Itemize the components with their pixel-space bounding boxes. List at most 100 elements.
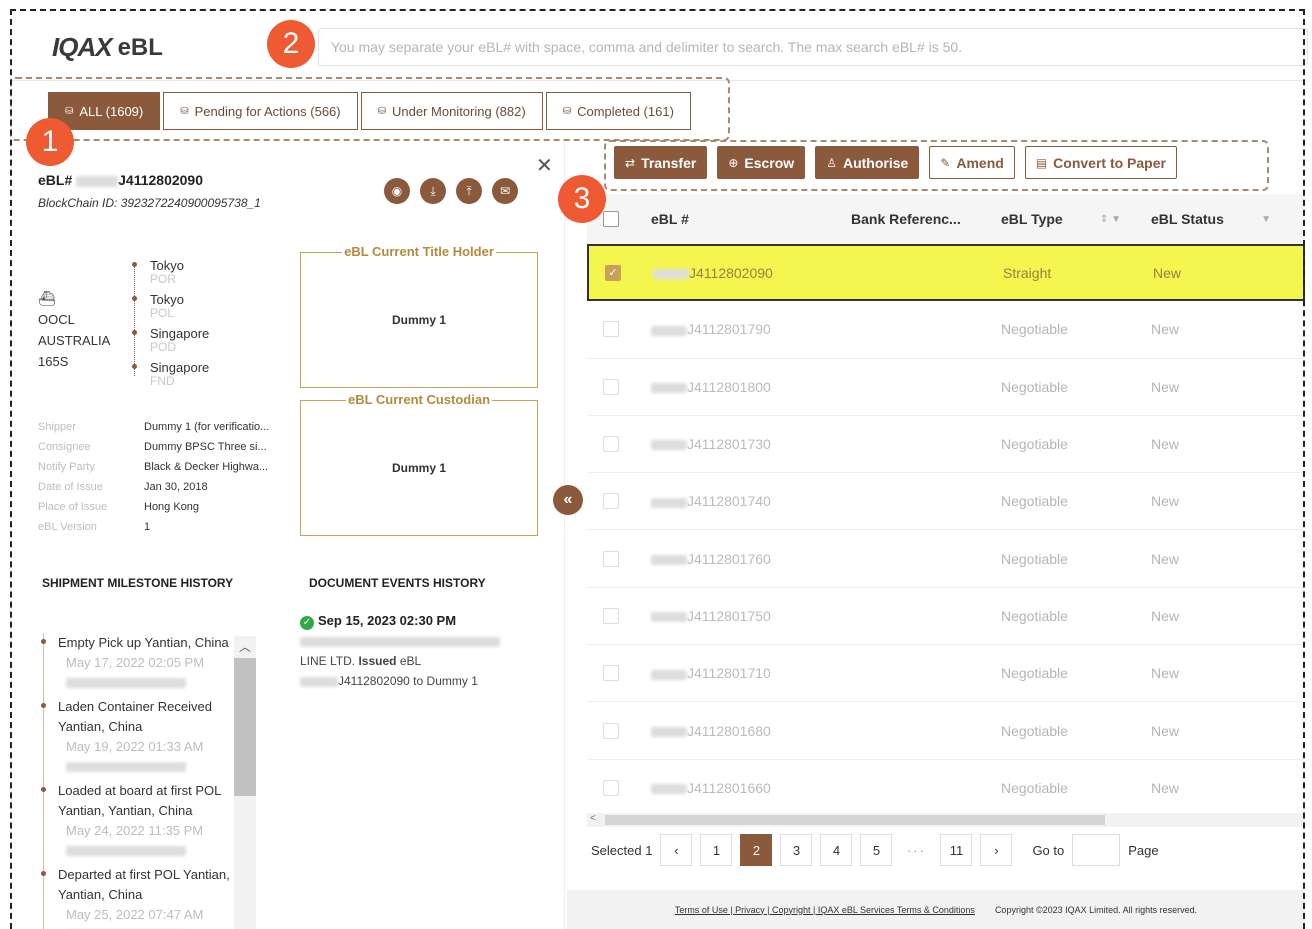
table-row[interactable]: J4112801710 Negotiable New [587, 645, 1305, 703]
chevron-left-icon[interactable]: < [590, 813, 596, 824]
next-page-button[interactable]: › [980, 834, 1013, 866]
row-checkbox[interactable] [603, 550, 619, 567]
scrollbar-thumb[interactable] [234, 658, 256, 796]
cell-ebl-number[interactable]: J4112801800 [635, 379, 835, 395]
cell-ebl-number[interactable]: J4112801710 [635, 665, 835, 681]
page-button[interactable]: 3 [780, 834, 813, 866]
table-row[interactable]: J4112801800 Negotiable New [587, 359, 1305, 416]
footer: Terms of Use | Privacy | Copyright | IQA… [567, 890, 1305, 929]
cell-ebl-number[interactable]: J4112801760 [635, 551, 835, 567]
filter-icon[interactable]: ▼ [1261, 214, 1271, 225]
select-all-checkbox[interactable] [603, 211, 619, 227]
goto-page-input[interactable] [1072, 834, 1121, 866]
view-icon[interactable]: ◉ [384, 178, 410, 204]
table-row[interactable]: ✓ J4112802090 Straight New [587, 244, 1305, 302]
row-checkbox[interactable] [603, 607, 619, 624]
table-row[interactable]: J4112801760 Negotiable New [587, 530, 1305, 588]
callout-3: 3 [558, 175, 606, 223]
amend-button[interactable]: ✎ Amend [929, 146, 1015, 179]
scrollbar-thumb[interactable] [605, 815, 1105, 825]
selected-count: Selected 1 [591, 842, 653, 858]
mail-icon[interactable]: ✉ [492, 178, 518, 204]
ebl-label: eBL# [38, 172, 73, 188]
table-horizontal-scrollbar[interactable]: < [587, 813, 1305, 827]
chevron-up-icon[interactable]: ︿ [239, 638, 251, 655]
field-value: Hong Kong [144, 501, 200, 513]
transfer-button[interactable]: ⇄ Transfer [614, 146, 708, 179]
field-value: Black & Decker Highwa... [144, 461, 269, 473]
table-header: eBL # Bank Referenc... eBL Type ⇕ ▼ eBL S… [587, 194, 1305, 244]
cell-ebl-number[interactable]: J4112801680 [635, 723, 835, 739]
column-header-bank-ref[interactable]: Bank Referenc... [835, 211, 985, 227]
route-stop: Tokyo POR [132, 258, 209, 292]
milestone-title: Empty Pick up Yantian, China [58, 635, 229, 650]
cell-ebl-number[interactable]: J4112801790 [635, 321, 835, 337]
page-ellipsis[interactable]: ··· [900, 843, 932, 858]
table-row[interactable]: J4112801740 Negotiable New [587, 473, 1305, 531]
row-checkbox[interactable] [603, 665, 619, 682]
row-checkbox[interactable] [603, 436, 619, 453]
convert-to-paper-button[interactable]: ▤ Convert to Paper [1024, 146, 1177, 179]
column-header-ebl-status[interactable]: eBL Status ▼ [1135, 211, 1285, 227]
tab-label: Pending for Actions (566) [194, 103, 341, 119]
download-icon[interactable]: ⤓ [420, 178, 446, 204]
detail-field-row: Notify Party Black & Decker Highwa... [38, 457, 269, 477]
title-holder-box: eBL Current Title Holder Dummy 1 [300, 244, 538, 388]
close-icon[interactable]: ✕ [536, 153, 553, 178]
ebl-number-suffix: J4112802090 [118, 172, 203, 188]
table-row[interactable]: J4112801680 Negotiable New [587, 702, 1305, 760]
cell-ebl-status: New [1151, 607, 1180, 624]
button-label: Escrow [744, 154, 795, 171]
row-checkbox[interactable] [603, 779, 619, 796]
cell-ebl-number[interactable]: J4112801740 [635, 493, 835, 509]
custodian-value: Dummy 1 [391, 461, 447, 475]
cell-ebl-status: New [1151, 550, 1180, 567]
row-checkbox[interactable]: ✓ [605, 264, 621, 281]
milestone-scrollbar[interactable]: ︿ [234, 636, 256, 929]
column-header-ebl[interactable]: eBL # [635, 211, 835, 227]
row-checkbox[interactable] [603, 378, 619, 395]
table-row[interactable]: J4112801790 Negotiable New [587, 301, 1305, 359]
field-label: Place of Issue [38, 501, 108, 513]
callout-1: 1 [26, 118, 74, 166]
page-button[interactable]: 4 [820, 834, 853, 866]
escrow-button[interactable]: ⊕ Escrow [717, 146, 806, 179]
tab-3[interactable]: ⛁ Completed (161) [545, 92, 691, 130]
collapse-panel-button[interactable]: « [553, 485, 583, 515]
table-row[interactable]: J4112801750 Negotiable New [587, 588, 1305, 646]
pagination: Selected 1 ‹ 12345 ··· 11 › Go to Page [591, 834, 1159, 866]
detail-ebl-number: eBL# J4112802090 [38, 172, 203, 188]
row-checkbox[interactable] [603, 321, 619, 338]
amend-icon: ✎ [940, 155, 951, 170]
cell-ebl-number[interactable]: J4112801660 [635, 780, 835, 796]
tab-1[interactable]: ⛁ Pending for Actions (566) [163, 92, 358, 130]
upload-icon[interactable]: ⤒ [456, 178, 482, 204]
ebl-search-input[interactable] [318, 28, 1308, 66]
page-button[interactable]: 2 [740, 834, 773, 866]
column-header-ebl-type[interactable]: eBL Type ⇕ ▼ [985, 211, 1135, 227]
cell-ebl-number[interactable]: J4112801750 [635, 608, 835, 624]
cell-ebl-type: Negotiable [1001, 607, 1068, 624]
field-label: Notify Party [38, 461, 95, 473]
page-button[interactable]: 1 [700, 834, 733, 866]
table-row[interactable]: J4112801730 Negotiable New [587, 416, 1305, 474]
detail-field-row: Place of Issue Hong Kong [38, 497, 269, 517]
page-last[interactable]: 11 [940, 834, 973, 866]
prev-page-button[interactable]: ‹ [660, 834, 693, 866]
authorise-button[interactable]: ♙ Authorise [815, 146, 920, 179]
footer-links[interactable]: Terms of Use | Privacy | Copyright | IQA… [675, 905, 975, 915]
tab-2[interactable]: ⛁ Under Monitoring (882) [360, 92, 543, 130]
row-checkbox[interactable] [603, 493, 619, 510]
milestone-list: Empty Pick up Yantian, China May 17, 2022… [38, 633, 260, 929]
footer-copyright: Copyright ©2023 IQAX Limited. All rights… [994, 904, 1198, 915]
cell-ebl-type: Negotiable [1001, 493, 1068, 510]
page-button[interactable]: 5 [860, 834, 893, 866]
cell-ebl-number[interactable]: J4112802090 [637, 265, 837, 281]
event-detail: J4112802090 to Dummy 1 [338, 674, 478, 688]
row-checkbox[interactable] [603, 722, 619, 739]
cell-ebl-number[interactable]: J4112801730 [635, 436, 835, 452]
escrow-icon: ⊕ [728, 155, 739, 170]
milestone-item: Loaded at board at first POL Yantian, Ya… [38, 781, 260, 859]
sort-filter-icon[interactable]: ⇕ ▼ [1100, 214, 1121, 225]
table-row[interactable]: J4112801660 Negotiable New [587, 760, 1305, 817]
